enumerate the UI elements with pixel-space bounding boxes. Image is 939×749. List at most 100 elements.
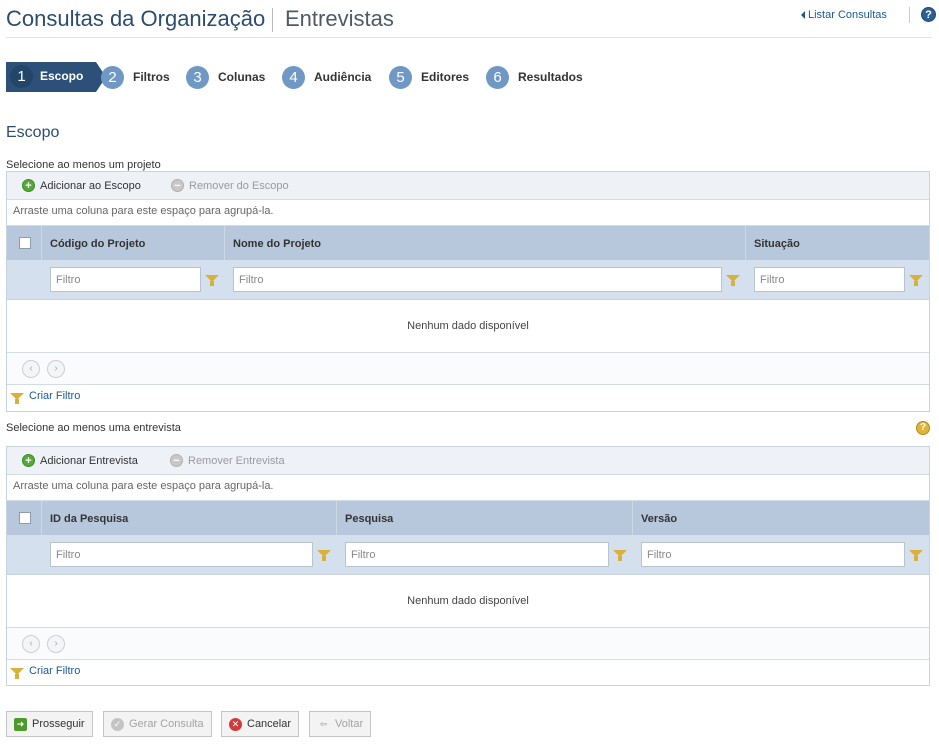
create-filter-link[interactable]: Criar Filtro xyxy=(29,665,80,677)
caret-left-icon xyxy=(801,11,805,19)
projects-toolbar: + Adicionar ao Escopo − Remover do Escop… xyxy=(7,172,929,200)
prev-page-button[interactable]: ‹ xyxy=(22,360,40,378)
select-all-checkbox[interactable] xyxy=(19,512,31,524)
header-divider xyxy=(909,7,910,23)
step-resultados[interactable]: 6 Resultados xyxy=(486,65,583,89)
add-interview-button[interactable]: + Adicionar Entrevista xyxy=(22,454,138,467)
filter-spacer xyxy=(7,260,42,299)
add-to-scope-button[interactable]: + Adicionar ao Escopo xyxy=(22,179,141,192)
select-all-cell xyxy=(7,226,42,260)
filter-cell-project-name: Filtro xyxy=(225,260,746,299)
filter-funnel-icon[interactable] xyxy=(317,548,331,562)
add-icon: + xyxy=(22,179,35,192)
remove-interview-label: Remover Entrevista xyxy=(188,454,285,467)
column-header-survey-id[interactable]: ID da Pesquisa xyxy=(42,501,337,535)
filter-cell-survey-id: Filtro xyxy=(42,535,337,574)
step-colunas[interactable]: 3 Colunas xyxy=(186,65,265,89)
title-separator xyxy=(272,8,273,32)
column-header-project-name[interactable]: Nome do Projeto xyxy=(225,226,746,260)
cancel-icon: ✕ xyxy=(229,717,242,731)
proceed-button[interactable]: ➜ Prosseguir xyxy=(6,711,93,737)
create-filter-row: Criar Filtro xyxy=(7,385,929,410)
filter-funnel-icon[interactable] xyxy=(909,273,923,287)
remove-interview-button[interactable]: − Remover Entrevista xyxy=(170,454,285,467)
cancel-label: Cancelar xyxy=(247,718,292,730)
step-label: Filtros xyxy=(133,70,170,84)
help-icon[interactable]: ? xyxy=(916,421,930,435)
column-header-version[interactable]: Versão xyxy=(633,501,929,535)
remove-icon: − xyxy=(170,454,183,467)
back-button[interactable]: ⇦ Voltar xyxy=(309,711,372,737)
arrow-left-icon: ⇦ xyxy=(319,718,328,729)
step-number: 5 xyxy=(389,65,412,89)
projects-caption: Selecione ao menos um projeto xyxy=(6,159,161,171)
prev-page-button[interactable]: ‹ xyxy=(22,635,40,653)
step-filtros[interactable]: 2 Filtros xyxy=(101,65,170,89)
step-audiencia[interactable]: 4 Audiência xyxy=(282,65,371,89)
filter-spacer xyxy=(7,535,42,574)
filter-input-status[interactable]: Filtro xyxy=(754,267,905,292)
filter-input-survey-id[interactable]: Filtro xyxy=(50,542,313,567)
remove-icon: − xyxy=(171,179,184,192)
empty-message: Nenhum dado disponível xyxy=(7,575,929,628)
step-number: 1 xyxy=(10,65,33,88)
grid-pager: ‹ › xyxy=(7,353,929,385)
step-label: Colunas xyxy=(218,70,266,84)
list-queries-label: Listar Consultas xyxy=(808,9,887,21)
remove-from-scope-button[interactable]: − Remover do Escopo xyxy=(171,179,289,192)
next-page-button[interactable]: › xyxy=(47,635,65,653)
group-drop-area[interactable]: Arraste uma coluna para este espaço para… xyxy=(7,475,929,501)
column-header-status[interactable]: Situação xyxy=(746,226,929,260)
proceed-label: Prosseguir xyxy=(32,718,85,730)
step-label: Escopo xyxy=(40,69,84,83)
filter-funnel-icon xyxy=(10,666,24,680)
interviews-toolbar: + Adicionar Entrevista − Remover Entrevi… xyxy=(7,447,929,475)
filter-funnel-icon[interactable] xyxy=(909,548,923,562)
select-all-cell xyxy=(7,501,42,535)
cancel-button[interactable]: ✕ Cancelar xyxy=(221,711,300,737)
filter-funnel-icon[interactable] xyxy=(613,548,627,562)
add-interview-label: Adicionar Entrevista xyxy=(40,454,138,467)
filter-input-survey[interactable]: Filtro xyxy=(345,542,609,567)
filter-cell-survey: Filtro xyxy=(337,535,633,574)
check-icon: ✓ xyxy=(111,717,124,731)
filter-funnel-icon[interactable] xyxy=(726,273,740,287)
group-drop-area[interactable]: Arraste uma coluna para este espaço para… xyxy=(7,200,929,226)
step-escopo[interactable]: 1 Escopo xyxy=(6,62,106,92)
next-page-button[interactable]: › xyxy=(47,360,65,378)
filter-input-project-code[interactable]: Filtro xyxy=(50,267,201,292)
add-to-scope-label: Adicionar ao Escopo xyxy=(40,179,141,192)
section-title: Escopo xyxy=(6,124,60,141)
help-icon[interactable]: ? xyxy=(921,7,936,22)
column-header-survey[interactable]: Pesquisa xyxy=(337,501,633,535)
page-title: Consultas da Organização xyxy=(6,6,266,31)
filter-cell-project-code: Filtro xyxy=(42,260,225,299)
back-label: Voltar xyxy=(335,718,364,730)
interviews-caption: Selecione ao menos uma entrevista xyxy=(6,422,181,434)
column-header-project-code[interactable]: Código do Projeto xyxy=(42,226,225,260)
generate-query-button[interactable]: ✓ Gerar Consulta xyxy=(103,711,212,737)
interviews-grid: + Adicionar Entrevista − Remover Entrevi… xyxy=(6,446,930,686)
step-number: 2 xyxy=(101,65,124,89)
arrow-right-icon: ➜ xyxy=(14,717,27,731)
step-editores[interactable]: 5 Editores xyxy=(389,65,469,89)
page-header: Consultas da Organização Entrevistas Lis… xyxy=(6,0,936,38)
grid-header-row: ID da Pesquisa Pesquisa Versão xyxy=(7,501,929,535)
step-label: Editores xyxy=(421,70,470,84)
step-number: 6 xyxy=(486,65,509,89)
filter-input-version[interactable]: Filtro xyxy=(641,542,905,567)
projects-grid: + Adicionar ao Escopo − Remover do Escop… xyxy=(6,171,930,412)
list-queries-link[interactable]: Listar Consultas xyxy=(801,9,887,21)
filter-cell-version: Filtro xyxy=(633,535,929,574)
step-number: 4 xyxy=(282,65,305,89)
filter-input-project-name[interactable]: Filtro xyxy=(233,267,722,292)
grid-filter-row: Filtro Filtro Filtro xyxy=(7,260,929,300)
wizard-steps: 1 Escopo 2 Filtros 3 Colunas 4 Audiência… xyxy=(6,62,706,92)
grid-header-row: Código do Projeto Nome do Projeto Situaç… xyxy=(7,226,929,260)
step-number: 3 xyxy=(186,65,209,89)
grid-pager: ‹ › xyxy=(7,628,929,660)
select-all-checkbox[interactable] xyxy=(19,237,31,249)
empty-message: Nenhum dado disponível xyxy=(7,300,929,353)
create-filter-link[interactable]: Criar Filtro xyxy=(29,390,80,402)
filter-funnel-icon[interactable] xyxy=(205,273,219,287)
